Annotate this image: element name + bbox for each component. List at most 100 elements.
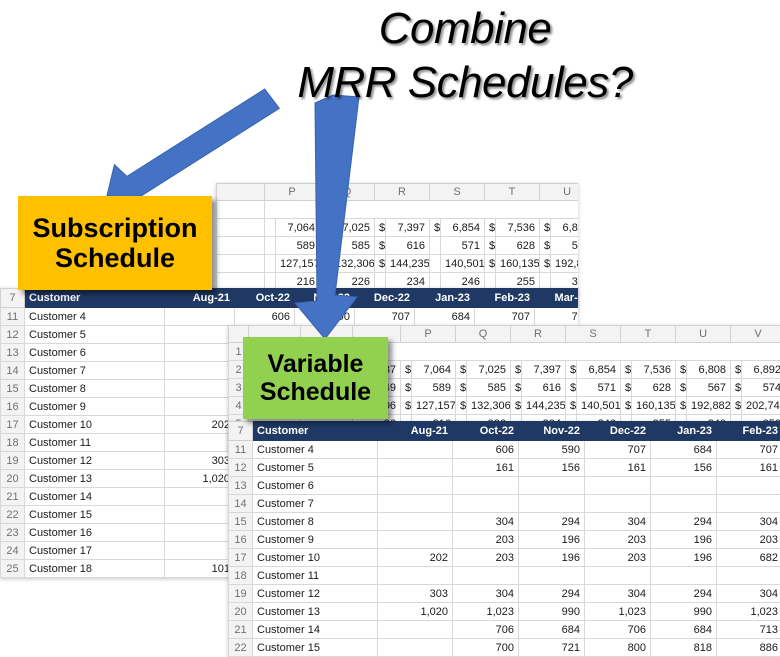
value-cell[interactable]	[165, 362, 235, 380]
customer-name-cell[interactable]: Customer 8	[253, 513, 378, 531]
cell-T3[interactable]: 160,135	[496, 255, 540, 273]
value-cell[interactable]: 161	[717, 459, 780, 477]
cell-Q2[interactable]: 585	[467, 379, 511, 397]
value-cell[interactable]	[378, 459, 453, 477]
value-cell[interactable]: 294	[651, 585, 717, 603]
value-cell[interactable]: 682	[717, 549, 780, 567]
value-cell[interactable]	[165, 380, 235, 398]
row-number[interactable]: 24	[1, 542, 25, 560]
value-cell[interactable]: 303	[378, 585, 453, 603]
table-row[interactable]: 11Customer 4606590707684707707684	[229, 441, 780, 459]
value-cell[interactable]	[165, 434, 235, 452]
value-cell[interactable]: 1,023	[453, 603, 519, 621]
customer-name-cell[interactable]: Customer 14	[25, 488, 165, 506]
value-cell[interactable]: 203	[585, 549, 651, 567]
value-cell[interactable]	[165, 308, 235, 326]
header-customer[interactable]: Customer	[25, 289, 165, 308]
value-cell[interactable]: 304	[453, 513, 519, 531]
value-cell[interactable]	[165, 398, 235, 416]
cell-P2[interactable]: 589	[412, 379, 456, 397]
customer-name-cell[interactable]: Customer 4	[253, 441, 378, 459]
row-number[interactable]: 19	[229, 585, 253, 603]
row-number[interactable]: 23	[1, 524, 25, 542]
cell-T1[interactable]: 7,536	[632, 361, 676, 379]
value-cell[interactable]: 304	[717, 513, 780, 531]
value-cell[interactable]: 707	[717, 441, 780, 459]
value-cell[interactable]	[585, 495, 651, 513]
cell-R1[interactable]: 7,397	[522, 361, 566, 379]
cell-S2[interactable]: 571	[441, 237, 485, 255]
value-cell[interactable]: 156	[651, 459, 717, 477]
value-cell[interactable]	[165, 326, 235, 344]
cell-R2[interactable]: 616	[522, 379, 566, 397]
cell-S3[interactable]: 140,501	[577, 397, 621, 415]
customer-name-cell[interactable]: Customer 11	[25, 434, 165, 452]
value-cell[interactable]: 203	[717, 531, 780, 549]
cell-U3[interactable]: 192,882	[687, 397, 731, 415]
value-cell[interactable]	[453, 567, 519, 585]
customer-name-cell[interactable]: Customer 12	[253, 585, 378, 603]
callout-subscription-schedule[interactable]: Subscription Schedule	[18, 196, 212, 290]
value-cell[interactable]: 196	[651, 549, 717, 567]
row-number[interactable]: 13	[229, 477, 253, 495]
cell-U1[interactable]: 6,808	[551, 219, 578, 237]
value-cell[interactable]: 294	[519, 513, 585, 531]
row-number[interactable]: 22	[1, 506, 25, 524]
value-cell[interactable]	[165, 488, 235, 506]
customer-name-cell[interactable]: Customer 13	[253, 603, 378, 621]
customer-name-cell[interactable]: Customer 6	[253, 477, 378, 495]
value-cell[interactable]	[165, 542, 235, 560]
row-number[interactable]: 7	[229, 422, 253, 441]
value-cell[interactable]: 294	[519, 585, 585, 603]
row-number[interactable]: 16	[229, 531, 253, 549]
value-cell[interactable]	[165, 506, 235, 524]
cell[interactable]	[217, 237, 265, 255]
cell-Q3[interactable]: 132,306	[467, 397, 511, 415]
header-feb-23[interactable]: Feb-23	[475, 289, 535, 308]
row-number[interactable]: 15	[229, 513, 253, 531]
row-number[interactable]: 25	[1, 560, 25, 578]
row-number[interactable]: 22	[229, 639, 253, 657]
value-cell[interactable]: 721	[519, 639, 585, 657]
row-number[interactable]: 12	[1, 326, 25, 344]
value-cell[interactable]: 196	[519, 549, 585, 567]
row-number[interactable]: 14	[1, 362, 25, 380]
value-cell[interactable]: 203	[453, 531, 519, 549]
value-cell[interactable]: 707	[585, 441, 651, 459]
value-cell[interactable]: 700	[453, 639, 519, 657]
value-cell[interactable]	[378, 477, 453, 495]
row-number[interactable]: 16	[1, 398, 25, 416]
cell-U3[interactable]: 192,882	[551, 255, 578, 273]
table-row[interactable]: 16Customer 9203196203196203203196	[229, 531, 780, 549]
customer-name-cell[interactable]: Customer 18	[25, 560, 165, 578]
value-cell[interactable]	[717, 567, 780, 585]
customer-name-cell[interactable]: Customer 10	[25, 416, 165, 434]
customer-name-cell[interactable]: Customer 15	[25, 506, 165, 524]
cell[interactable]	[217, 255, 265, 273]
row-number[interactable]: 21	[1, 488, 25, 506]
value-cell[interactable]	[378, 513, 453, 531]
value-cell[interactable]: 606	[453, 441, 519, 459]
value-cell[interactable]	[378, 621, 453, 639]
table-row[interactable]: 22Customer 15700721800818886943967	[229, 639, 780, 657]
value-cell[interactable]: 990	[651, 603, 717, 621]
cell-R3[interactable]: 144,235	[522, 397, 566, 415]
customer-name-cell[interactable]: Customer 14	[253, 621, 378, 639]
cell-V3[interactable]: 202,748	[742, 397, 780, 415]
value-cell[interactable]: 1,023	[717, 603, 780, 621]
col-header-S[interactable]: S	[566, 326, 621, 343]
customer-name-cell[interactable]: Customer 12	[25, 452, 165, 470]
value-cell[interactable]	[378, 531, 453, 549]
spreadsheet-variable-schedule[interactable]: 7 Customer Aug-21 Oct-22 Nov-22 Dec-22 J…	[228, 421, 780, 657]
col-header-U[interactable]: U	[540, 184, 578, 201]
value-cell[interactable]	[165, 344, 235, 362]
cell-T2[interactable]: 628	[632, 379, 676, 397]
value-cell[interactable]: 304	[585, 585, 651, 603]
header-aug-21[interactable]: Aug-21	[378, 422, 453, 441]
row-number[interactable]: 20	[1, 470, 25, 488]
cell-S2[interactable]: 571	[577, 379, 621, 397]
value-cell[interactable]	[651, 477, 717, 495]
table-row[interactable]: 14Customer 7	[229, 495, 780, 513]
value-cell[interactable]: 196	[651, 531, 717, 549]
customer-name-cell[interactable]: Customer 5	[253, 459, 378, 477]
